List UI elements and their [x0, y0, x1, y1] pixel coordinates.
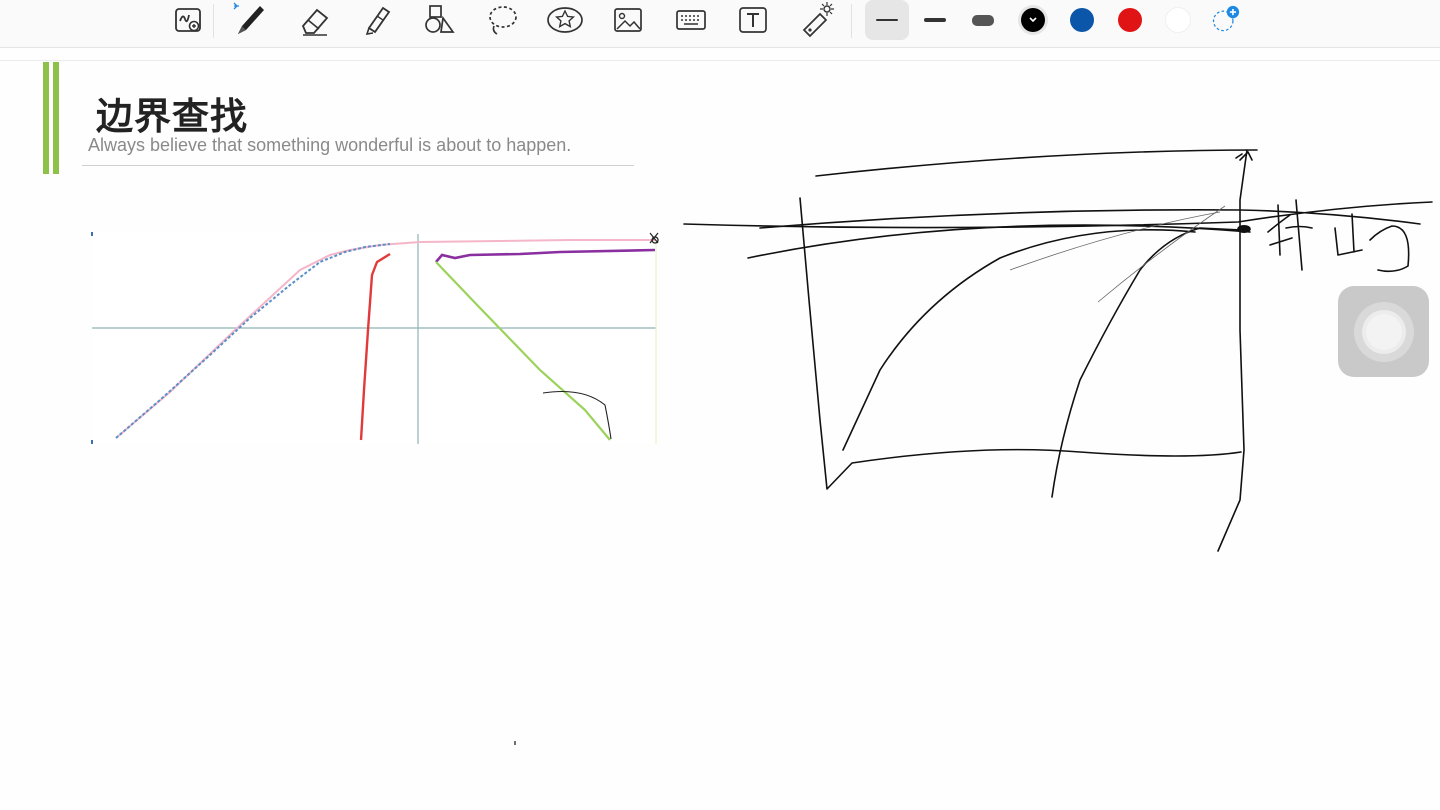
assistive-touch-button[interactable] [1338, 286, 1429, 377]
assistive-touch-core [1365, 313, 1402, 350]
embedded-chart-image [91, 232, 659, 444]
assistive-touch-ring [1361, 309, 1406, 354]
assistive-touch-icon [1353, 301, 1414, 362]
chart-background [92, 232, 656, 444]
